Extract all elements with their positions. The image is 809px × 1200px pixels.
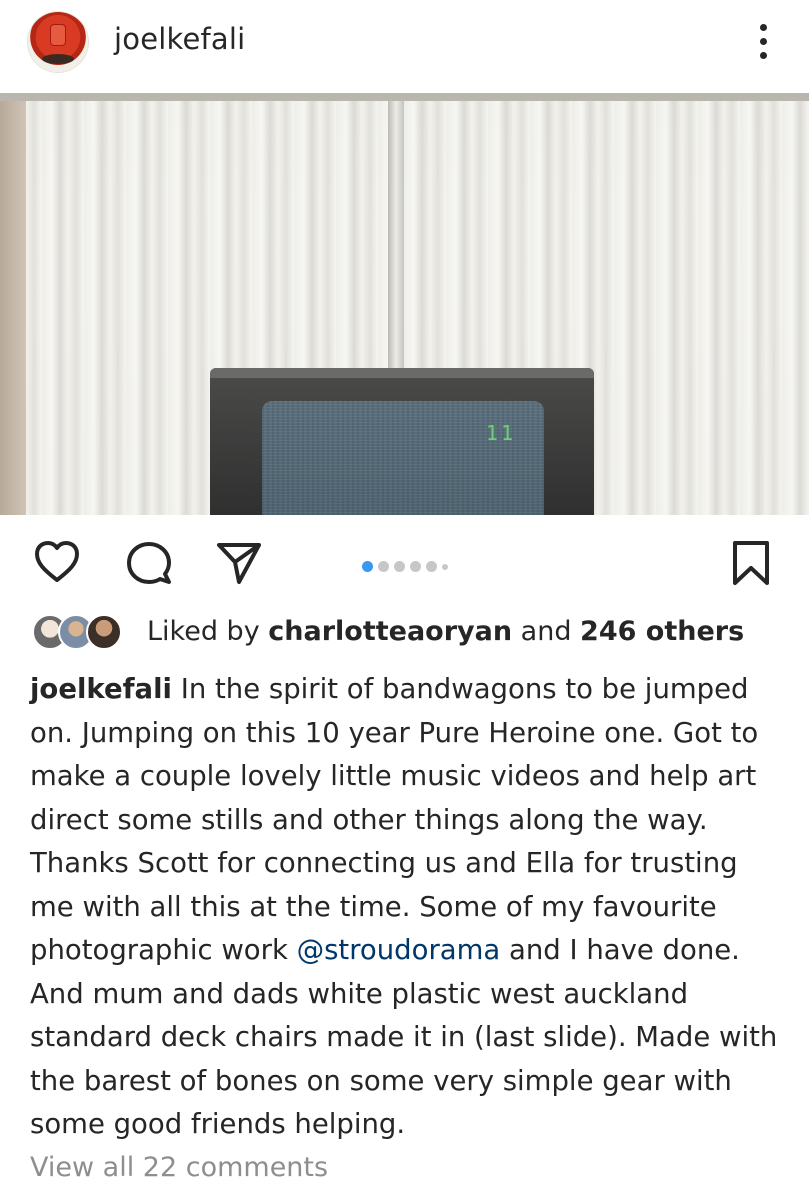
comment-icon[interactable] <box>124 538 174 588</box>
view-all-comments-link[interactable]: View all 22 comments <box>30 1152 328 1183</box>
likes-others[interactable]: 246 others <box>580 616 744 647</box>
television-top <box>210 368 594 378</box>
wall-edge <box>0 93 26 515</box>
caption-username[interactable]: joelkefali <box>30 673 172 705</box>
television-screen: 11 <box>262 401 544 515</box>
channel-number: 11 <box>485 421 516 445</box>
post-caption: joelkefali In the spirit of bandwagons t… <box>30 668 790 1147</box>
avatar-base <box>42 54 74 64</box>
paper-plane-icon[interactable] <box>214 538 264 588</box>
liker-username[interactable]: charlotteaoryan <box>268 616 512 647</box>
more-options-icon[interactable] <box>748 20 778 64</box>
bookmark-icon[interactable] <box>726 538 776 588</box>
carousel-dot-active <box>362 561 373 572</box>
carousel-dot <box>426 561 437 572</box>
username-link[interactable]: joelkefali <box>114 22 245 56</box>
carousel-dot <box>378 561 389 572</box>
caption-text: In the spirit of bandwagons to be jumped… <box>30 673 759 966</box>
heart-icon[interactable] <box>32 538 82 588</box>
post-header: joelkefali <box>0 0 809 92</box>
caption-mention-link[interactable]: @stroudorama <box>297 934 501 966</box>
carousel-dot <box>442 563 448 570</box>
avatar-figure <box>50 24 66 46</box>
post-image[interactable]: 11 <box>0 93 809 515</box>
likes-middle: and <box>512 616 581 647</box>
television: 11 <box>210 368 594 515</box>
likes-summary[interactable]: Liked by charlotteaoryan and 246 others <box>147 616 744 647</box>
carousel-dot <box>410 561 421 572</box>
curtain-rod <box>0 93 809 101</box>
liker-avatars[interactable] <box>32 614 132 654</box>
carousel-indicator <box>362 556 453 572</box>
profile-avatar[interactable] <box>28 12 88 72</box>
liker-avatar <box>86 614 122 650</box>
action-bar <box>0 528 809 598</box>
carousel-dot <box>394 561 405 572</box>
likes-prefix: Liked by <box>147 616 269 647</box>
